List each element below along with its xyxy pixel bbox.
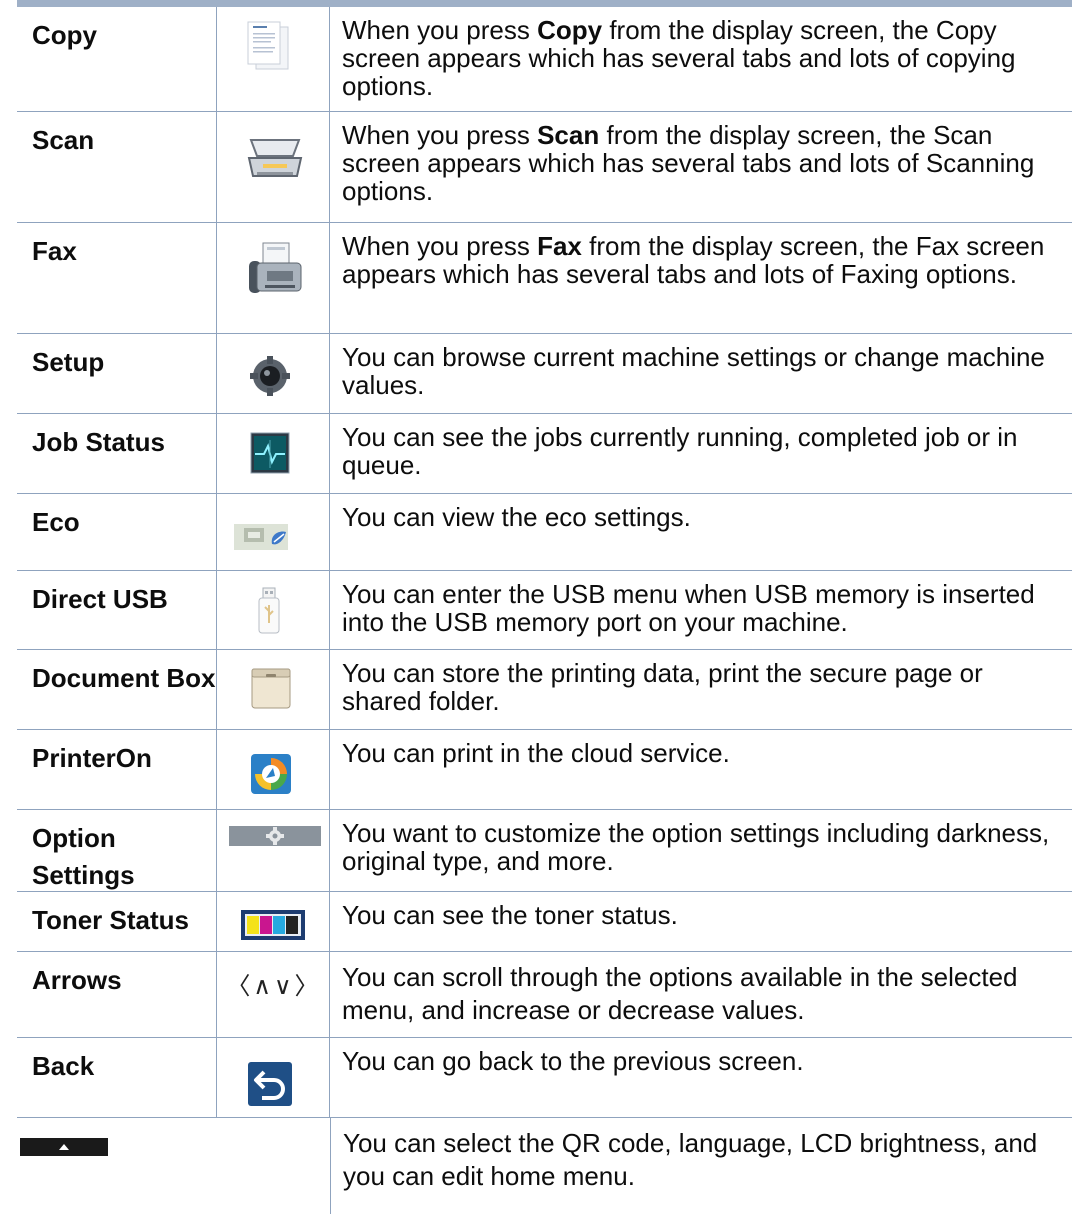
row-description: You can enter the USB menu when USB memo… (342, 579, 1035, 637)
job-status-monitor-icon (250, 432, 290, 474)
table-row: Scan When you press Scan from the displa… (17, 112, 1072, 223)
row-description: You can scroll through the options avail… (342, 962, 1018, 1025)
row-description: When you press Copy from the display scr… (342, 15, 1016, 101)
row-description: You can go back to the previous screen. (342, 1046, 804, 1076)
document-box-folder-icon (251, 668, 291, 709)
back-arrow-icon (248, 1062, 292, 1106)
row-label: Setup (32, 347, 105, 377)
row-description: You can print in the cloud service. (342, 738, 730, 768)
table-row: Copy When you press Copy from the displa… (17, 7, 1072, 112)
table-row: Document Box You can store the printing … (17, 650, 1072, 730)
table-row: Eco You can view the eco settings. (17, 494, 1072, 571)
copy-document-icon (247, 21, 289, 70)
row-label: Arrows (32, 965, 122, 995)
row-label: Scan (32, 125, 95, 155)
row-label: Eco (32, 507, 80, 537)
table-row: Toner Status You can see the toner statu… (17, 892, 1072, 952)
row-description: You can browse current machine settings … (342, 342, 1045, 400)
table-row: Job Status You can see the jobs currentl… (17, 414, 1072, 494)
printeron-cloud-icon (251, 754, 291, 794)
toner-cartridges-icon (241, 910, 305, 940)
option-settings-gear-icon (229, 826, 321, 846)
row-label: PrinterOn (32, 743, 152, 773)
fax-machine-icon (249, 242, 302, 293)
up-triangle-bar-icon (20, 1138, 108, 1156)
row-description: You can see the jobs currently running, … (342, 422, 1018, 480)
row-description: You can store the printing data, print t… (342, 658, 983, 716)
table-row: Fax When you press Fax from the display … (17, 223, 1072, 334)
row-label: Back (32, 1051, 95, 1081)
row-description: You can view the eco settings. (342, 502, 691, 532)
usb-drive-icon (258, 587, 280, 634)
row-label: Job Status (32, 427, 165, 457)
row-label: Copy (32, 20, 97, 50)
table-row: You can select the QR code, language, LC… (17, 1118, 1072, 1214)
table-row: Setup You can browse current machine set… (17, 334, 1072, 414)
arrows-icon: 〈∧∨〉 (226, 973, 322, 1000)
row-description: You can see the toner status. (342, 900, 678, 930)
table-row: Option Settings You want to customize th… (17, 810, 1072, 892)
row-label: Document Box (32, 663, 216, 693)
gear-icon (250, 356, 290, 396)
table-row: Direct USB You can enter the USB menu wh… (17, 571, 1072, 650)
row-label: Fax (32, 236, 77, 266)
table-row: PrinterOn You can print in the cloud ser… (17, 730, 1072, 810)
table-header-bar (17, 0, 1072, 7)
row-label: Option Settings (32, 823, 135, 890)
row-label: Direct USB (32, 584, 168, 614)
table-row: Arrows 〈∧∨〉 You can scroll through the o… (17, 952, 1072, 1038)
scanner-icon (247, 139, 303, 177)
eco-leaf-icon (234, 524, 288, 550)
row-description: When you press Fax from the display scre… (342, 231, 1045, 289)
row-description: You want to customize the option setting… (342, 818, 1050, 876)
row-description: You can select the QR code, language, LC… (330, 1118, 1072, 1214)
row-description: When you press Scan from the display scr… (342, 120, 1035, 206)
table-row: Back You can go back to the previous scr… (17, 1038, 1072, 1118)
row-label: Toner Status (32, 905, 189, 935)
